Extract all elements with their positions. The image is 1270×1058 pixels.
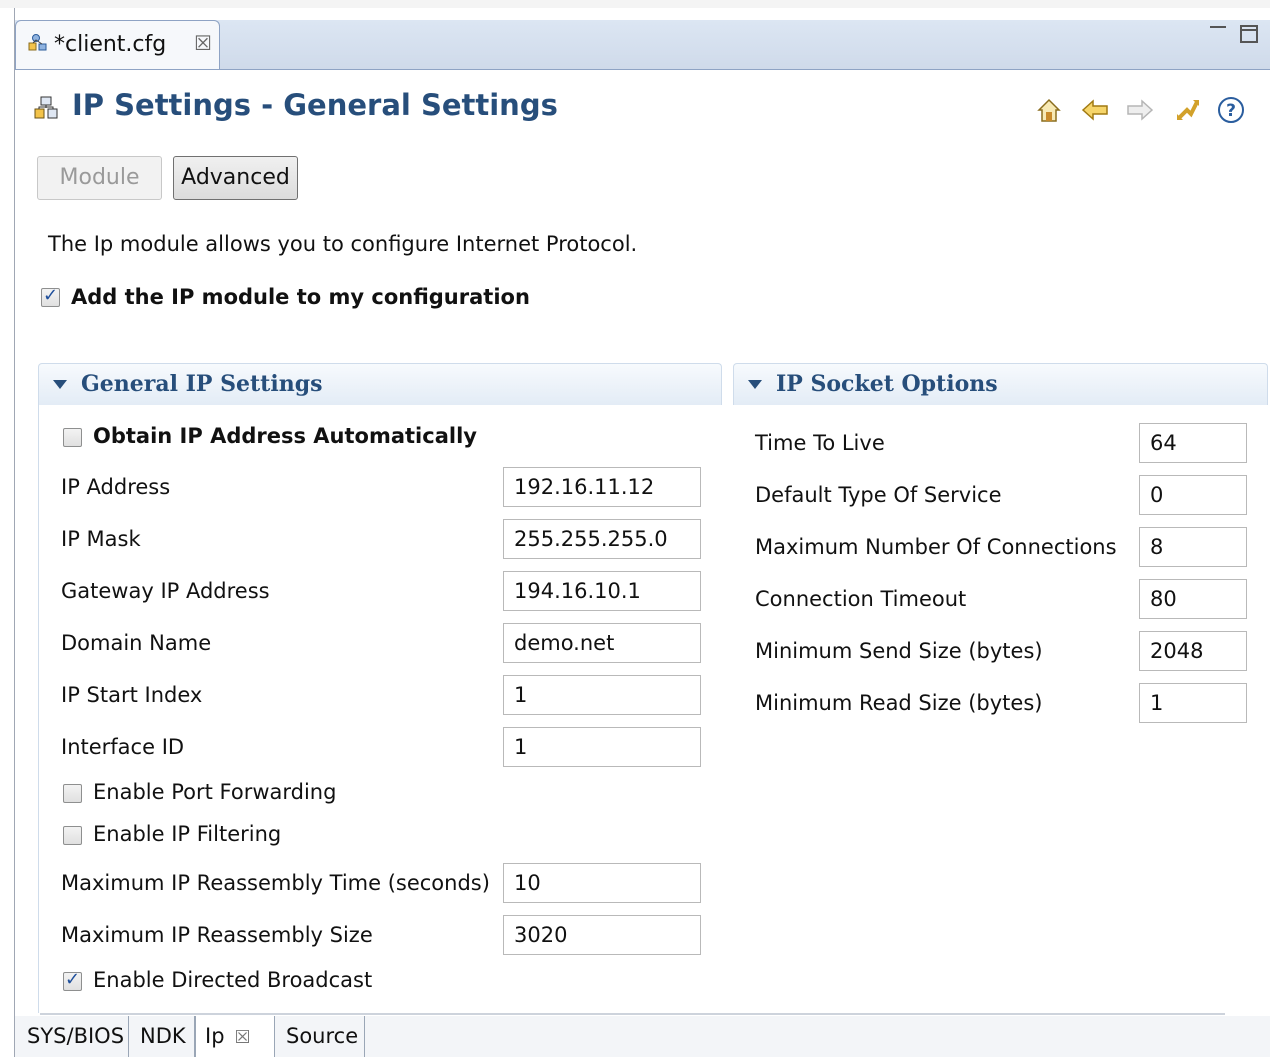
back-arrow-icon[interactable]: [1080, 96, 1108, 124]
section-border: [38, 405, 39, 1013]
tab-label: Ip: [205, 1024, 225, 1048]
port-forwarding-label: Enable Port Forwarding: [93, 780, 337, 804]
ip-mask-field[interactable]: 255.255.255.0: [503, 519, 701, 559]
section-title: General IP Settings: [81, 371, 323, 397]
reassembly-size-field[interactable]: 3020: [503, 915, 701, 955]
min-read-size-field[interactable]: 1: [1139, 683, 1247, 723]
gateway-ip-label: Gateway IP Address: [61, 579, 270, 603]
min-send-size-label: Minimum Send Size (bytes): [755, 639, 1043, 663]
collapse-arrow-icon: [53, 380, 67, 389]
time-to-live-label: Time To Live: [755, 431, 885, 455]
module-button[interactable]: Module: [37, 156, 162, 200]
ip-mask-label: IP Mask: [61, 527, 141, 551]
type-of-service-field[interactable]: 0: [1139, 475, 1247, 515]
general-ip-settings-header[interactable]: General IP Settings: [38, 363, 722, 405]
obtain-ip-auto-checkbox[interactable]: [63, 428, 82, 447]
ip-start-index-field[interactable]: 1: [503, 675, 701, 715]
ip-filtering-checkbox[interactable]: [63, 826, 82, 845]
section-title: IP Socket Options: [776, 371, 998, 397]
domain-name-label: Domain Name: [61, 631, 212, 655]
tab-sys-bios[interactable]: SYS/BIOS: [15, 1016, 129, 1057]
ip-address-field[interactable]: 192.16.11.12: [503, 467, 701, 507]
config-file-icon: [28, 34, 47, 51]
gateway-ip-field[interactable]: 194.16.10.1: [503, 571, 701, 611]
ip-filtering-label: Enable IP Filtering: [93, 822, 282, 846]
type-of-service-label: Default Type Of Service: [755, 483, 1002, 507]
tab-label: SYS/BIOS: [27, 1024, 125, 1048]
tab-label: Source: [286, 1024, 359, 1048]
home-icon[interactable]: [1035, 96, 1063, 124]
directed-broadcast-label: Enable Directed Broadcast: [93, 968, 373, 992]
max-connections-field[interactable]: 8: [1139, 527, 1247, 567]
editor-tab-bar: *client.cfg ☒: [15, 20, 1270, 70]
reassembly-size-label: Maximum IP Reassembly Size: [61, 923, 373, 947]
add-module-label: Add the IP module to my configuration: [71, 285, 530, 309]
tab-ip[interactable]: Ip ☒: [195, 1016, 275, 1057]
tab-label: NDK: [140, 1024, 186, 1048]
page-title: IP Settings - General Settings: [72, 88, 558, 122]
ip-start-index-label: IP Start Index: [61, 683, 203, 707]
close-icon[interactable]: ☒: [194, 31, 212, 55]
port-forwarding-checkbox[interactable]: [63, 784, 82, 803]
advanced-button[interactable]: Advanced: [173, 156, 298, 200]
interface-id-label: Interface ID: [61, 735, 185, 759]
max-connections-label: Maximum Number Of Connections: [755, 535, 1117, 559]
top-strip: [0, 0, 1270, 8]
min-send-size-field[interactable]: 2048: [1139, 631, 1247, 671]
ip-socket-options-header[interactable]: IP Socket Options: [733, 363, 1268, 405]
network-config-icon: [34, 96, 58, 119]
ip-address-label: IP Address: [61, 475, 171, 499]
refresh-icon[interactable]: [1173, 96, 1201, 124]
tab-source[interactable]: Source: [275, 1016, 365, 1057]
connection-timeout-label: Connection Timeout: [755, 587, 967, 611]
editor-tab-title: *client.cfg: [54, 32, 167, 57]
min-read-size-label: Minimum Read Size (bytes): [755, 691, 1043, 715]
collapse-arrow-icon: [748, 380, 762, 389]
time-to-live-field[interactable]: 64: [1139, 423, 1247, 463]
editor-tab-client-cfg[interactable]: *client.cfg ☒: [15, 20, 220, 69]
svg-text:?: ?: [1226, 101, 1236, 121]
reassembly-time-label: Maximum IP Reassembly Time (seconds): [61, 871, 490, 895]
minimize-icon[interactable]: [1210, 26, 1226, 34]
obtain-ip-auto-label: Obtain IP Address Automatically: [93, 424, 477, 448]
add-module-checkbox[interactable]: [41, 285, 60, 307]
directed-broadcast-checkbox[interactable]: [63, 969, 82, 991]
forward-arrow-icon[interactable]: [1125, 96, 1154, 124]
reassembly-time-field[interactable]: 10: [503, 863, 701, 903]
help-icon[interactable]: ?: [1217, 96, 1245, 124]
interface-id-field[interactable]: 1: [503, 727, 701, 767]
content-bottom-separator: [40, 1013, 1225, 1015]
bottom-tab-bar: SYS/BIOS NDK Ip ☒ Source: [15, 1016, 1270, 1057]
module-description: The Ip module allows you to configure In…: [48, 232, 638, 256]
maximize-icon[interactable]: [1240, 25, 1258, 43]
close-icon[interactable]: ☒: [235, 1027, 251, 1048]
tab-ndk[interactable]: NDK: [129, 1016, 195, 1057]
domain-name-field[interactable]: demo.net: [503, 623, 701, 663]
connection-timeout-field[interactable]: 80: [1139, 579, 1247, 619]
